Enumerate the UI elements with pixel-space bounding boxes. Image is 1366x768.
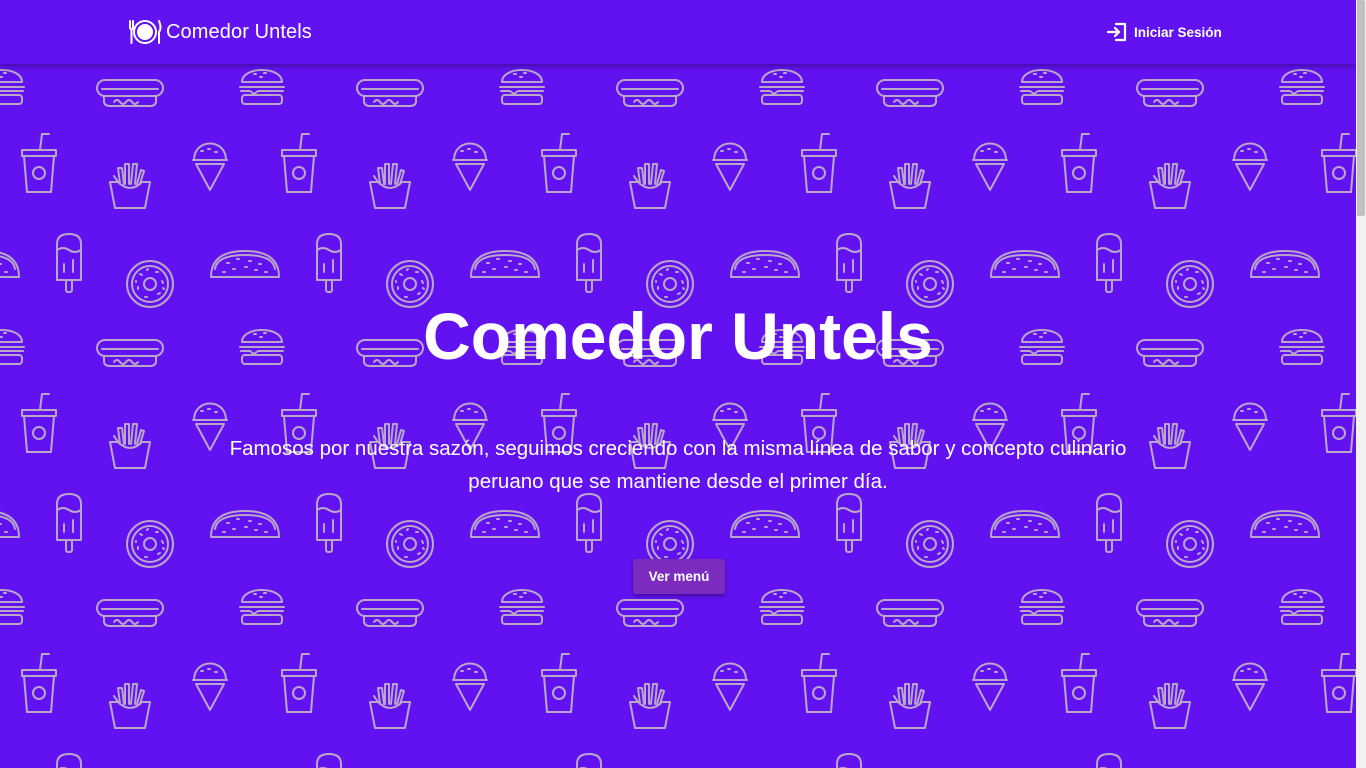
vertical-scrollbar[interactable] bbox=[1356, 0, 1366, 768]
top-navbar: Comedor Untels Iniciar Sesión bbox=[0, 0, 1356, 64]
brand-link[interactable]: Comedor Untels bbox=[127, 18, 312, 46]
scrollbar-thumb[interactable] bbox=[1357, 0, 1365, 216]
hero-title: Comedor Untels bbox=[423, 299, 933, 373]
hero-description: Famosos por nuestra sazón, seguimos crec… bbox=[229, 437, 1127, 493]
login-icon bbox=[1106, 21, 1128, 43]
food-pattern-background bbox=[0, 0, 1356, 768]
login-link[interactable]: Iniciar Sesión bbox=[1106, 21, 1222, 43]
view-menu-button[interactable]: Ver menú bbox=[633, 559, 725, 594]
plate-cutlery-icon bbox=[127, 18, 163, 46]
brand-name: Comedor Untels bbox=[166, 20, 312, 43]
login-label: Iniciar Sesión bbox=[1134, 24, 1222, 40]
